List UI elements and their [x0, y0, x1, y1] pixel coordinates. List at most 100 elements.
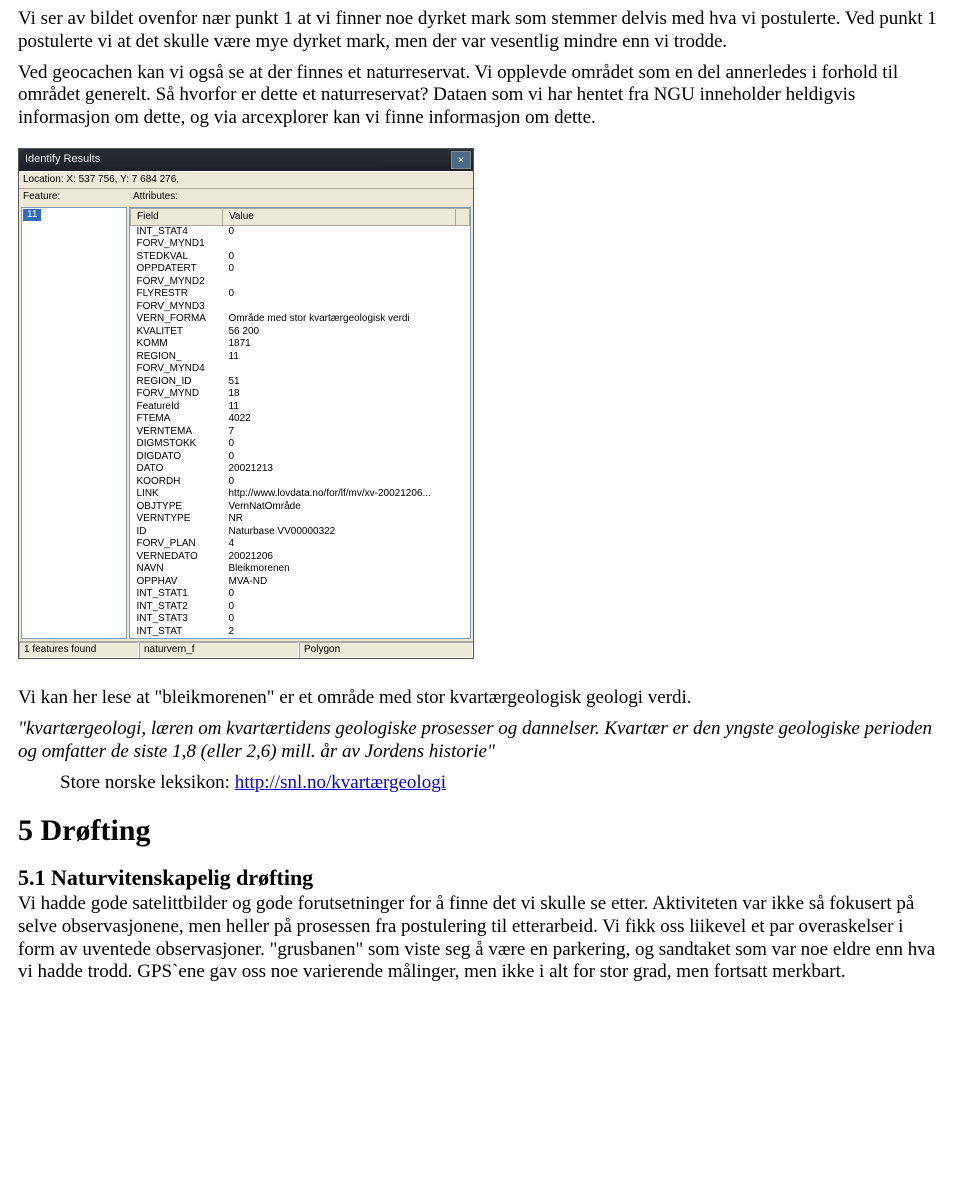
attr-value [223, 301, 456, 314]
attr-value: 20021206 [223, 551, 456, 564]
attr-field: FORV_MYND1 [131, 238, 223, 251]
attr-field: FORV_PLAN [131, 538, 223, 551]
attr-value: 4 [223, 538, 456, 551]
table-row[interactable]: FORV_MYND2 [131, 276, 470, 289]
table-row[interactable]: FTEMA4022 [131, 413, 470, 426]
table-row[interactable]: FORV_PLAN4 [131, 538, 470, 551]
table-row[interactable]: INT_STAT40 [131, 225, 470, 238]
attr-value: 11 [223, 401, 456, 414]
attr-value [223, 238, 456, 251]
table-row[interactable]: INT_STAT2 [131, 626, 470, 639]
attr-field: OPPHAV [131, 576, 223, 589]
col-spacer [455, 208, 469, 225]
paragraph-3: Vi kan her lese at "bleikmorenen" er et … [18, 687, 942, 710]
attr-value [223, 276, 456, 289]
attr-field: DIGDATO [131, 451, 223, 464]
attr-field: NAVN [131, 563, 223, 576]
attr-value: 51 [223, 376, 456, 389]
attr-value: 0 [223, 263, 456, 276]
table-row[interactable]: LINKhttp://www.lovdata.no/for/lf/mv/xv-2… [131, 488, 470, 501]
attr-field: KOMM [131, 338, 223, 351]
table-row[interactable]: VERN_FORMAOmråde med stor kvartærgeologi… [131, 313, 470, 326]
table-row[interactable]: FORV_MYND1 [131, 238, 470, 251]
attr-field: DIGMSTOKK [131, 438, 223, 451]
table-row[interactable]: NAVNBleikmorenen [131, 563, 470, 576]
table-row[interactable]: INT_STAT30 [131, 613, 470, 626]
attr-value: 0 [223, 225, 456, 238]
identify-results-dialog: Identify Results ✕ Location: X: 537 756,… [18, 148, 474, 660]
status-bar: 1 features found naturvern_f Polygon [19, 641, 473, 658]
attr-value: Bleikmorenen [223, 563, 456, 576]
paragraph-2: Ved geocachen kan vi også se at der finn… [18, 62, 942, 130]
table-row[interactable]: OPPDATERT0 [131, 263, 470, 276]
table-row[interactable]: REGION_ID51 [131, 376, 470, 389]
table-row[interactable]: VERNTYPENR [131, 513, 470, 526]
attr-field: FLYRESTR [131, 288, 223, 301]
attr-value: 56 200 [223, 326, 456, 339]
quote-block: "kvartærgeologi, læren om kvartærtidens … [18, 718, 942, 764]
table-row[interactable]: FeatureId11 [131, 401, 470, 414]
attributes-grid[interactable]: Field Value INT_STAT40FORV_MYND1STEDKVAL… [129, 207, 471, 640]
table-row[interactable]: INT_STAT20 [131, 601, 470, 614]
table-row[interactable]: FORV_MYND18 [131, 388, 470, 401]
table-row[interactable]: VERNEDATO20021206 [131, 551, 470, 564]
attr-field: INT_STAT2 [131, 601, 223, 614]
attr-field: ID [131, 526, 223, 539]
attributes-header: Attributes: [129, 189, 473, 205]
location-label: Location: X: 537 756, Y: 7 684 276, [19, 171, 473, 188]
attr-value: MVA-ND [223, 576, 456, 589]
attr-field: FTEMA [131, 413, 223, 426]
attr-field: INT_STAT4 [131, 225, 223, 238]
citation-link[interactable]: http://snl.no/kvartærgeologi [235, 772, 446, 793]
heading-5-1: 5.1 Naturvitenskapelig drøfting [18, 865, 942, 891]
table-row[interactable]: OPPHAVMVA-ND [131, 576, 470, 589]
attr-value: http://www.lovdata.no/for/lf/mv/xv-20021… [223, 488, 456, 501]
attr-value: 2 [223, 626, 456, 639]
table-row[interactable]: FORV_MYND4 [131, 363, 470, 376]
quote-text: "kvartærgeologi, læren om kvartærtidens … [18, 718, 932, 762]
table-row[interactable]: KVALITET56 200 [131, 326, 470, 339]
table-row[interactable]: KOMM1871 [131, 338, 470, 351]
feature-header: Feature: [19, 189, 129, 205]
attr-value [223, 363, 456, 376]
attr-field: OBJTYPE [131, 501, 223, 514]
attr-value: 7 [223, 426, 456, 439]
attr-value: 11 [223, 351, 456, 364]
attr-field: KOORDH [131, 476, 223, 489]
citation-prefix: Store norske leksikon: [60, 772, 235, 793]
table-row[interactable]: FLYRESTR0 [131, 288, 470, 301]
status-geometry: Polygon [299, 642, 473, 658]
close-icon[interactable]: ✕ [451, 151, 471, 169]
table-row[interactable]: IDNaturbase VV00000322 [131, 526, 470, 539]
table-row[interactable]: DATO20021213 [131, 463, 470, 476]
table-row[interactable]: INT_STAT10 [131, 588, 470, 601]
attr-value: 0 [223, 588, 456, 601]
attr-value: 0 [223, 451, 456, 464]
table-row[interactable]: KOORDH0 [131, 476, 470, 489]
attr-field: REGION_ID [131, 376, 223, 389]
attr-field: OPPDATERT [131, 263, 223, 276]
paragraph-1: Vi ser av bildet ovenfor nær punkt 1 at … [18, 8, 942, 54]
attr-value: 0 [223, 251, 456, 264]
attr-field: INT_STAT3 [131, 613, 223, 626]
table-row[interactable]: FORV_MYND3 [131, 301, 470, 314]
feature-list[interactable]: 11 [21, 207, 127, 640]
attr-field: LINK [131, 488, 223, 501]
attr-field: STEDKVAL [131, 251, 223, 264]
attr-value: 0 [223, 613, 456, 626]
table-row[interactable]: REGION_11 [131, 351, 470, 364]
table-row[interactable]: VERNTEMA7 [131, 426, 470, 439]
col-field[interactable]: Field [131, 208, 223, 225]
attr-value: 0 [223, 601, 456, 614]
table-row[interactable]: OBJTYPEVernNatOmråde [131, 501, 470, 514]
attr-value: VernNatOmråde [223, 501, 456, 514]
feature-item-selected[interactable]: 11 [23, 209, 41, 221]
citation-line: Store norske leksikon: http://snl.no/kva… [60, 772, 942, 795]
attr-field: FORV_MYND [131, 388, 223, 401]
table-row[interactable]: DIGMSTOKK0 [131, 438, 470, 451]
attr-field: FORV_MYND2 [131, 276, 223, 289]
table-row[interactable]: STEDKVAL0 [131, 251, 470, 264]
col-value[interactable]: Value [223, 208, 456, 225]
table-row[interactable]: DIGDATO0 [131, 451, 470, 464]
attr-value: Naturbase VV00000322 [223, 526, 456, 539]
